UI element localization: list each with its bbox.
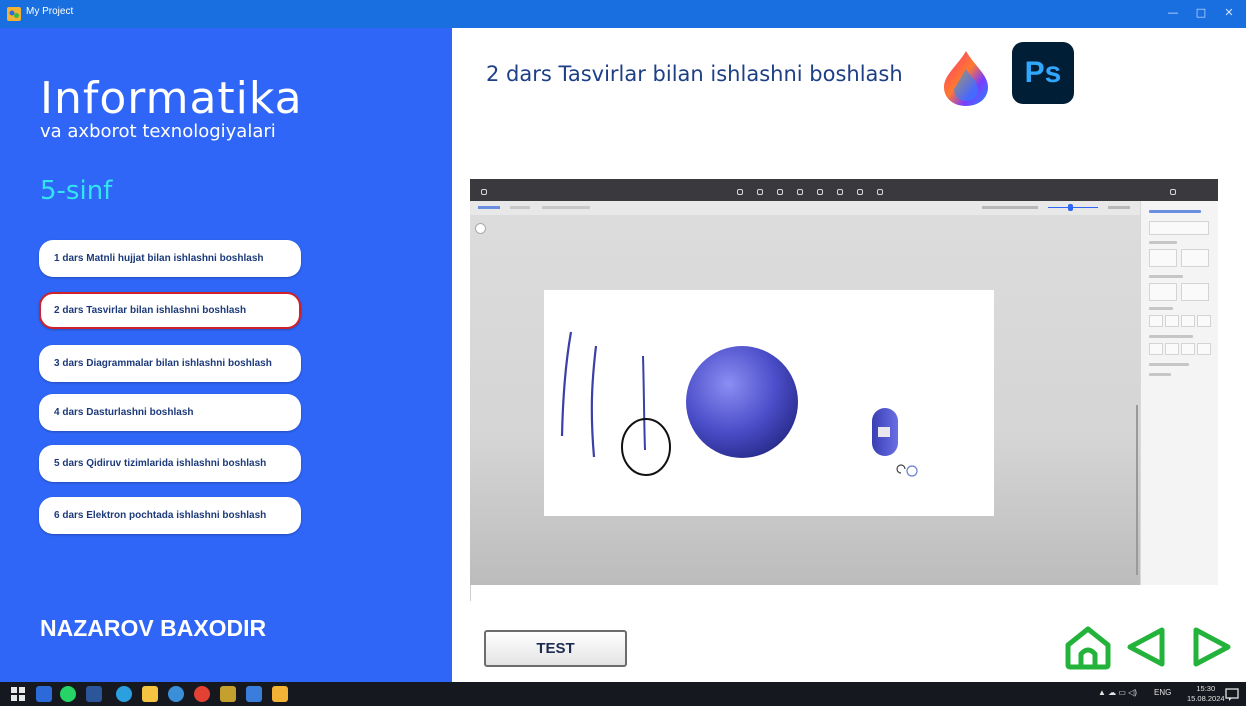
sidebar: Informatika va axborot texnologiyalari 5… bbox=[0, 28, 452, 682]
lesson-heading: 2 dars Tasvirlar bilan ishlashni boshlas… bbox=[486, 62, 903, 86]
lesson-button-3[interactable]: 3 dars Diagrammalar bilan ishlashni bosh… bbox=[39, 345, 301, 382]
lesson-button-5[interactable]: 5 dars Qidiruv tizimlarida ishlashni bos… bbox=[39, 445, 301, 482]
close-button[interactable]: ✕ bbox=[1218, 4, 1240, 22]
taskbar-clock[interactable]: 15:30 15.08.2024 bbox=[1187, 684, 1225, 704]
taskbar-app-icon-1[interactable] bbox=[36, 686, 52, 702]
grade-label: 5-sinf bbox=[40, 176, 113, 206]
app-window: My Project — □ ✕ Informatika va axborot … bbox=[0, 0, 1246, 706]
paint3d-screenshot bbox=[470, 179, 1218, 585]
triangle-right-icon[interactable] bbox=[1188, 624, 1234, 670]
author-name: NAZAROV BAXODIR bbox=[40, 615, 267, 641]
lesson-button-1[interactable]: 1 dars Matnli hujjat bilan ishlashni bos… bbox=[39, 240, 301, 277]
telegram-icon[interactable] bbox=[116, 686, 132, 702]
subject-subtitle: va axborot texnologiyalari bbox=[40, 121, 276, 142]
lesson-button-6[interactable]: 6 dars Elektron pochtada ishlashni boshl… bbox=[39, 497, 301, 534]
window-title: My Project bbox=[26, 6, 74, 17]
word-icon[interactable] bbox=[86, 686, 102, 702]
paint3d-side-panel bbox=[1140, 201, 1218, 585]
subject-title: Informatika bbox=[40, 73, 303, 124]
chrome-icon[interactable] bbox=[194, 686, 210, 702]
drawing-canvas[interactable] bbox=[544, 290, 994, 516]
photoshop-logo-icon: Ps bbox=[1012, 42, 1074, 104]
file-explorer-icon[interactable] bbox=[142, 686, 158, 702]
title-bar: My Project — □ ✕ bbox=[0, 0, 1246, 28]
windows-start-icon[interactable] bbox=[10, 686, 26, 702]
content-divider bbox=[470, 585, 471, 601]
maximize-button[interactable]: □ bbox=[1190, 4, 1212, 22]
canvas-drawing bbox=[560, 331, 918, 477]
home-icon[interactable] bbox=[1063, 624, 1113, 670]
test-button[interactable]: TEST bbox=[484, 630, 627, 667]
taskbar-app-icon-3[interactable] bbox=[220, 686, 236, 702]
taskbar: ▲ ☁ ▭ ◁) ENG 15:30 15.08.2024 bbox=[0, 682, 1246, 706]
app-icon bbox=[7, 7, 21, 21]
taskbar-app-icon-2[interactable] bbox=[168, 686, 184, 702]
paint3d-stage bbox=[470, 215, 1140, 585]
fresco-logo-icon bbox=[944, 51, 988, 106]
notification-icon[interactable] bbox=[1224, 686, 1240, 702]
my-project-taskbar-icon[interactable] bbox=[272, 686, 288, 702]
paint3d-toolbar bbox=[470, 179, 1218, 201]
tray-icons[interactable]: ▲ ☁ ▭ ◁) bbox=[1098, 688, 1137, 697]
whatsapp-icon[interactable] bbox=[60, 686, 76, 702]
language-indicator[interactable]: ENG bbox=[1154, 688, 1171, 697]
minimize-button[interactable]: — bbox=[1162, 4, 1184, 22]
lesson-button-4[interactable]: 4 dars Dasturlashni boshlash bbox=[39, 394, 301, 431]
paint3d-subbar bbox=[470, 201, 1140, 215]
taskbar-app-icon-4[interactable] bbox=[246, 686, 262, 702]
lesson-button-2[interactable]: 2 dars Tasvirlar bilan ishlashni boshlas… bbox=[39, 292, 301, 329]
triangle-left-icon[interactable] bbox=[1124, 624, 1168, 670]
